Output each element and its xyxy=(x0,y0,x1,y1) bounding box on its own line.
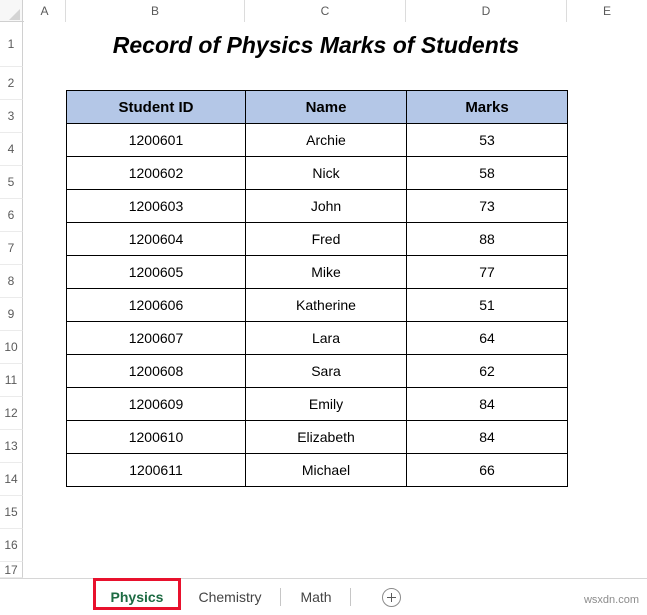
add-sheet-button[interactable] xyxy=(382,588,401,607)
select-all-corner[interactable] xyxy=(0,0,23,22)
cell-name[interactable]: Elizabeth xyxy=(245,420,407,454)
table-row: 1200610 Elizabeth 84 xyxy=(66,420,568,454)
row-header-13[interactable]: 13 xyxy=(0,430,23,463)
cell-marks[interactable]: 53 xyxy=(406,123,568,157)
row-header-6[interactable]: 6 xyxy=(0,199,23,232)
row-header-7[interactable]: 7 xyxy=(0,232,23,265)
column-header-c[interactable]: C xyxy=(245,0,406,22)
table-row: 1200603 John 73 xyxy=(66,189,568,223)
cell-name[interactable]: Katherine xyxy=(245,288,407,322)
cell-marks[interactable]: 66 xyxy=(406,453,568,487)
table-row: 1200604 Fred 88 xyxy=(66,222,568,256)
tab-separator-1 xyxy=(280,588,281,606)
cell-name[interactable]: Fred xyxy=(245,222,407,256)
select-all-triangle-icon xyxy=(9,9,20,20)
page-title[interactable]: Record of Physics Marks of Students xyxy=(66,23,566,68)
cell-marks[interactable]: 64 xyxy=(406,321,568,355)
cell-name[interactable]: John xyxy=(245,189,407,223)
row-header-14[interactable]: 14 xyxy=(0,463,23,496)
row-header-9[interactable]: 9 xyxy=(0,298,23,331)
cell-marks[interactable]: 77 xyxy=(406,255,568,289)
row-header-1[interactable]: 1 xyxy=(0,22,23,67)
cell-marks[interactable]: 58 xyxy=(406,156,568,190)
cell-name[interactable]: Mike xyxy=(245,255,407,289)
row-header-3[interactable]: 3 xyxy=(0,100,23,133)
table-row: 1200605 Mike 77 xyxy=(66,255,568,289)
row-header-8[interactable]: 8 xyxy=(0,265,23,298)
plus-circle-icon-vertical xyxy=(391,593,392,602)
row-header-15[interactable]: 15 xyxy=(0,496,23,529)
watermark: wsxdn.com xyxy=(583,594,639,606)
cell-marks[interactable]: 84 xyxy=(406,420,568,454)
cell-student-id[interactable]: 1200608 xyxy=(66,354,246,388)
row-header-2[interactable]: 2 xyxy=(0,67,23,100)
table-row: 1200608 Sara 62 xyxy=(66,354,568,388)
sheet-tab-bar: Physics Chemistry Math xyxy=(0,578,647,615)
column-header-strip: A B C D E xyxy=(0,0,647,22)
cell-marks[interactable]: 62 xyxy=(406,354,568,388)
column-header-d[interactable]: D xyxy=(406,0,567,22)
cell-student-id[interactable]: 1200602 xyxy=(66,156,246,190)
table-row: 1200606 Katherine 51 xyxy=(66,288,568,322)
cell-student-id[interactable]: 1200603 xyxy=(66,189,246,223)
cell-name[interactable]: Nick xyxy=(245,156,407,190)
row-header-11[interactable]: 11 xyxy=(0,364,23,397)
cell-student-id[interactable]: 1200604 xyxy=(66,222,246,256)
column-header-a[interactable]: A xyxy=(24,0,66,22)
column-header-e[interactable]: E xyxy=(567,0,647,22)
cell-name[interactable]: Emily xyxy=(245,387,407,421)
cell-marks[interactable]: 51 xyxy=(406,288,568,322)
cell-marks[interactable]: 84 xyxy=(406,387,568,421)
row-header-5[interactable]: 5 xyxy=(0,166,23,199)
cell-student-id[interactable]: 1200607 xyxy=(66,321,246,355)
sheet-tab-chemistry[interactable]: Chemistry xyxy=(184,579,276,615)
column-header-student-id[interactable]: Student ID xyxy=(66,90,246,124)
table-row: 1200601 Archie 53 xyxy=(66,123,568,157)
cell-name[interactable]: Michael xyxy=(245,453,407,487)
column-header-marks[interactable]: Marks xyxy=(406,90,568,124)
row-header-17[interactable]: 17 xyxy=(0,562,23,578)
cell-name[interactable]: Archie xyxy=(245,123,407,157)
row-header-10[interactable]: 10 xyxy=(0,331,23,364)
cell-student-id[interactable]: 1200601 xyxy=(66,123,246,157)
cell-student-id[interactable]: 1200606 xyxy=(66,288,246,322)
row-header-4[interactable]: 4 xyxy=(0,133,23,166)
marks-table: Student ID Name Marks 1200601 Archie 53 … xyxy=(66,90,568,487)
table-header-row: Student ID Name Marks xyxy=(66,90,568,124)
cell-student-id[interactable]: 1200605 xyxy=(66,255,246,289)
table-row: 1200611 Michael 66 xyxy=(66,453,568,487)
cell-student-id[interactable]: 1200610 xyxy=(66,420,246,454)
tab-separator-2 xyxy=(350,588,351,606)
table-row: 1200609 Emily 84 xyxy=(66,387,568,421)
row-header-12[interactable]: 12 xyxy=(0,397,23,430)
cell-marks[interactable]: 73 xyxy=(406,189,568,223)
row-header-16[interactable]: 16 xyxy=(0,529,23,562)
column-header-b[interactable]: B xyxy=(66,0,245,22)
cell-student-id[interactable]: 1200609 xyxy=(66,387,246,421)
cell-name[interactable]: Sara xyxy=(245,354,407,388)
table-row: 1200607 Lara 64 xyxy=(66,321,568,355)
column-header-name[interactable]: Name xyxy=(245,90,407,124)
sheet-tab-physics[interactable]: Physics xyxy=(96,579,178,615)
table-row: 1200602 Nick 58 xyxy=(66,156,568,190)
spreadsheet-window: A B C D E 1 2 3 4 5 6 7 8 9 10 11 12 13 … xyxy=(0,0,647,615)
cell-name[interactable]: Lara xyxy=(245,321,407,355)
cell-student-id[interactable]: 1200611 xyxy=(66,453,246,487)
sheet-tab-math[interactable]: Math xyxy=(288,579,344,615)
cell-marks[interactable]: 88 xyxy=(406,222,568,256)
